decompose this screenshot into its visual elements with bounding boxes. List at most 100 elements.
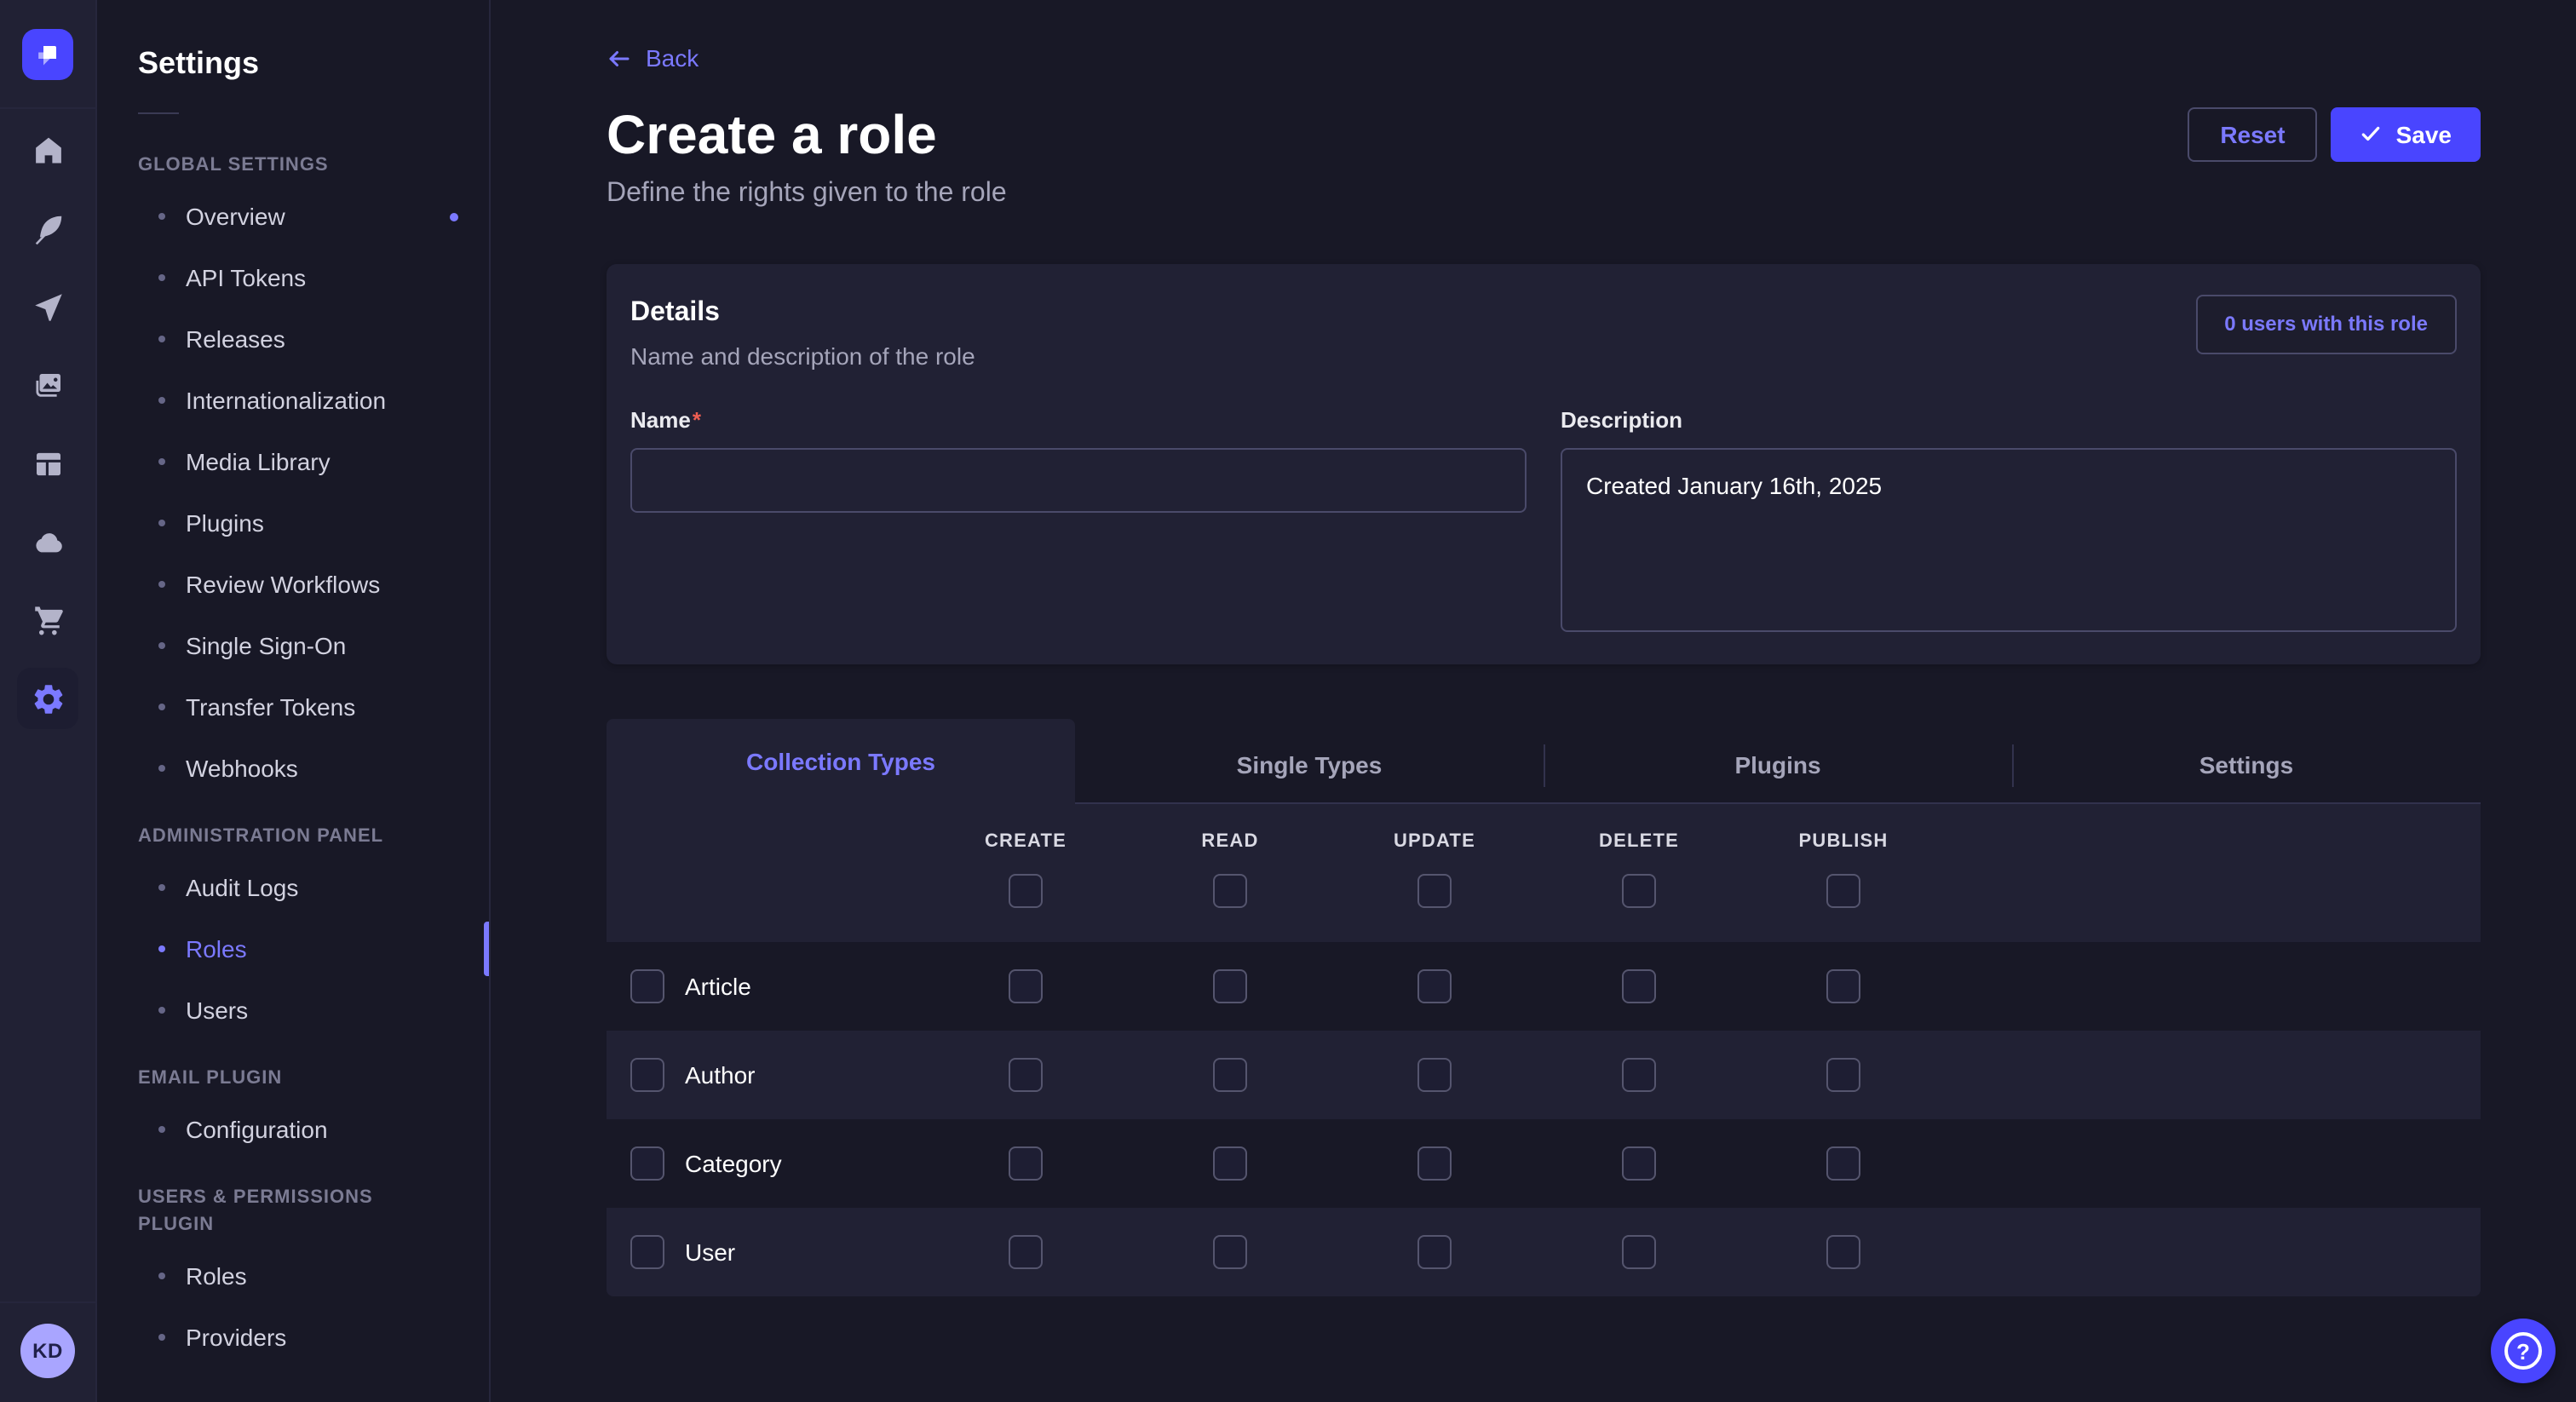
permission-checkbox-update[interactable] [1417,968,1452,1003]
permission-row-category: Category [607,1118,2481,1207]
sidebar-item-review-workflows[interactable]: Review Workflows [97,554,489,615]
reset-button[interactable]: Reset [2188,106,2317,161]
tab-plugins[interactable]: Plugins [1544,728,2012,803]
help-button[interactable]: ? [2491,1319,2556,1383]
sidebar-item-configuration[interactable]: Configuration [97,1099,489,1160]
sidebar-divider [138,112,179,114]
details-card-header: Details Name and description of the role… [630,294,2457,372]
column-label-read: READ [1128,830,1332,851]
bullet-icon [158,397,165,404]
bullet-icon [158,336,165,342]
sidebar-item-label: Media Library [186,448,331,475]
images-icon[interactable] [17,354,78,416]
question-mark-icon: ? [2504,1332,2542,1370]
sidebar-item-media-library[interactable]: Media Library [97,431,489,492]
sidebar-item-api-tokens[interactable]: API Tokens [97,247,489,308]
arrow-left-icon [607,45,632,71]
row-select-checkbox[interactable] [630,968,664,1003]
home-icon[interactable] [17,119,78,181]
sidebar-item-label: Overview [186,203,285,230]
bullet-icon [158,581,165,588]
select-all-read-checkbox[interactable] [1213,873,1247,907]
card-subtitle: Name and description of the role [630,338,975,372]
tab-single-types[interactable]: Single Types [1075,728,1544,803]
active-indicator-bar [484,922,489,976]
permission-checkbox-update[interactable] [1417,1057,1452,1091]
users-with-role-button[interactable]: 0 users with this role [2195,294,2457,353]
sidebar-item-audit-logs[interactable]: Audit Logs [97,857,489,918]
feather-icon[interactable] [17,198,78,259]
check-icon [2360,123,2383,145]
name-input[interactable] [630,447,1527,512]
column-label-delete: DELETE [1537,830,1741,851]
permission-checkbox-read[interactable] [1213,1234,1247,1268]
sidebar-item-label: Plugins [186,509,264,537]
permissions-panel: CREATE READ UPDATE DELETE PUBLISH [607,803,2481,1296]
sidebar-item-providers[interactable]: Providers [97,1307,489,1368]
sidebar-item-label: Configuration [186,1116,328,1143]
sidebar-item-label: Internationalization [186,387,386,414]
sidebar-item-internationalization[interactable]: Internationalization [97,370,489,431]
permission-checkbox-read[interactable] [1213,968,1247,1003]
permission-checkbox-update[interactable] [1417,1146,1452,1180]
permission-checkbox-delete[interactable] [1622,968,1656,1003]
cloud-icon[interactable] [17,511,78,572]
main-content: Back Create a role Reset Save Define the… [491,0,2576,1402]
cart-icon[interactable] [17,589,78,651]
description-textarea[interactable]: Created January 16th, 2025 [1561,447,2457,631]
sidebar-item-roles[interactable]: Roles [97,918,489,980]
bullet-icon [158,274,165,281]
sidebar-item-webhooks[interactable]: Webhooks [97,738,489,799]
permission-checkbox-publish[interactable] [1826,1234,1860,1268]
sidebar-item-up-roles[interactable]: Roles [97,1245,489,1307]
permission-checkbox-create[interactable] [1009,1057,1043,1091]
section-label: USERS & PERMISSIONS PLUGIN [97,1184,489,1238]
name-field-group: Name* [630,406,1527,640]
tab-settings[interactable]: Settings [2012,728,2481,803]
permission-checkbox-delete[interactable] [1622,1234,1656,1268]
sidebar-item-plugins[interactable]: Plugins [97,492,489,554]
section-users-permissions-plugin: USERS & PERMISSIONS PLUGIN Roles Provide… [97,1184,489,1368]
avatar[interactable]: KD [20,1324,75,1378]
select-all-update-checkbox[interactable] [1417,873,1452,907]
sidebar-item-single-sign-on[interactable]: Single Sign-On [97,615,489,676]
tab-collection-types[interactable]: Collection Types [607,718,1075,803]
strapi-logo[interactable] [22,28,73,79]
bullet-icon [158,1273,165,1279]
back-label: Back [646,44,699,72]
permission-checkbox-publish[interactable] [1826,968,1860,1003]
row-select-checkbox[interactable] [630,1146,664,1180]
row-select-checkbox[interactable] [630,1057,664,1091]
select-all-publish-checkbox[interactable] [1826,873,1860,907]
layout-icon[interactable] [17,433,78,494]
back-link[interactable]: Back [607,44,699,72]
permission-checkbox-create[interactable] [1009,1146,1043,1180]
permission-checkbox-delete[interactable] [1622,1146,1656,1180]
row-select-checkbox[interactable] [630,1234,664,1268]
select-all-delete-checkbox[interactable] [1622,873,1656,907]
sidebar-item-label: Transfer Tokens [186,693,355,721]
permission-checkbox-publish[interactable] [1826,1146,1860,1180]
sidebar-item-overview[interactable]: Overview [97,186,489,247]
sidebar-item-label: Roles [186,1262,247,1290]
section-label: GLOBAL SETTINGS [97,152,489,179]
permission-checkbox-update[interactable] [1417,1234,1452,1268]
select-all-create-checkbox[interactable] [1009,873,1043,907]
sidebar-item-releases[interactable]: Releases [97,308,489,370]
permission-checkbox-create[interactable] [1009,968,1043,1003]
logo-wrap [0,0,95,109]
permission-checkbox-publish[interactable] [1826,1057,1860,1091]
gear-icon[interactable] [17,668,78,729]
permission-checkbox-read[interactable] [1213,1146,1247,1180]
permission-checkbox-delete[interactable] [1622,1057,1656,1091]
paper-plane-icon[interactable] [17,276,78,337]
sidebar-item-users[interactable]: Users [97,980,489,1041]
permissions-column-labels: CREATE READ UPDATE DELETE PUBLISH [607,830,2481,851]
details-card-titles: Details Name and description of the role [630,294,975,372]
permission-checkbox-read[interactable] [1213,1057,1247,1091]
permissions-header: CREATE READ UPDATE DELETE PUBLISH [607,803,2481,941]
permission-checkbox-create[interactable] [1009,1234,1043,1268]
save-button[interactable]: Save [2332,106,2481,161]
sidebar-item-transfer-tokens[interactable]: Transfer Tokens [97,676,489,738]
section-administration-panel: ADMINISTRATION PANEL Audit Logs Roles Us… [97,823,489,1041]
